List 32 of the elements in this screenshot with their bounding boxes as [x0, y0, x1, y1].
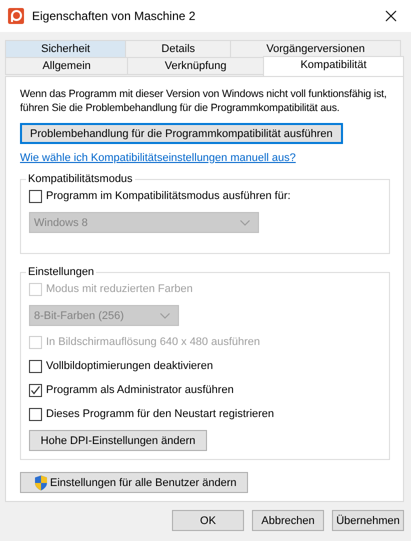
checkbox-label: In Bildschirmauflösung 640 x 480 ausführen	[46, 336, 260, 348]
help-link[interactable]: Wie wähle ich Kompatibilitätseinstellungen manuell aus?	[20, 152, 296, 164]
dialog-button[interactable]: OK	[172, 510, 244, 531]
intro-text: Wenn das Programm mit dieser Version von Windows nicht voll funktionsfähig ist, führen Sie die Problembehandlung für die Programmkompatibilität aus.	[20, 87, 388, 115]
checkbox-label: Programm im Kompatibilitätsmodus ausführen für:	[46, 190, 291, 202]
all-users-button[interactable]: Einstellungen für alle Benutzer ändern	[20, 472, 248, 493]
chevron-down-icon	[160, 312, 170, 318]
checkbox[interactable]	[29, 384, 42, 396]
group-title: Einstellungen	[28, 266, 94, 278]
checkbox[interactable]	[29, 360, 42, 372]
window-title: Eigenschaften von Maschine 2	[32, 9, 196, 23]
checkbox-label: Programm als Administrator ausführen	[46, 384, 234, 396]
tab[interactable]: Verknüpfung	[127, 58, 263, 75]
tab[interactable]: Allgemein	[5, 58, 128, 75]
app-icon	[8, 8, 24, 24]
checkbox-label: Dieses Programm für den Neustart registrieren	[46, 408, 274, 420]
shield-icon	[34, 474, 48, 490]
dialog-button[interactable]: Abbrechen	[252, 510, 324, 531]
checkbox-label: Vollbildoptimierungen deaktivieren	[46, 360, 213, 372]
checkbox-label: Modus mit reduzierten Farben	[46, 283, 193, 295]
group-title: Kompatibilitätsmodus	[28, 173, 133, 185]
dialog-button[interactable]: Übernehmen	[332, 510, 404, 531]
checkbox[interactable]	[29, 408, 42, 420]
tab[interactable]: Vorgängerversionen	[230, 40, 401, 58]
troubleshoot-button[interactable]: Problembehandlung für die Programmkompatibilität ausführen	[20, 123, 343, 144]
dpi-settings-button[interactable]: Hohe DPI-Einstellungen ändern	[29, 430, 207, 451]
checkbox[interactable]	[29, 190, 42, 202]
tab[interactable]: Sicherheit	[5, 40, 126, 58]
tab[interactable]: Details	[125, 40, 230, 58]
tab[interactable]: Kompatibilität	[263, 56, 404, 77]
chevron-down-icon	[240, 220, 250, 226]
close-icon[interactable]	[385, 10, 397, 22]
